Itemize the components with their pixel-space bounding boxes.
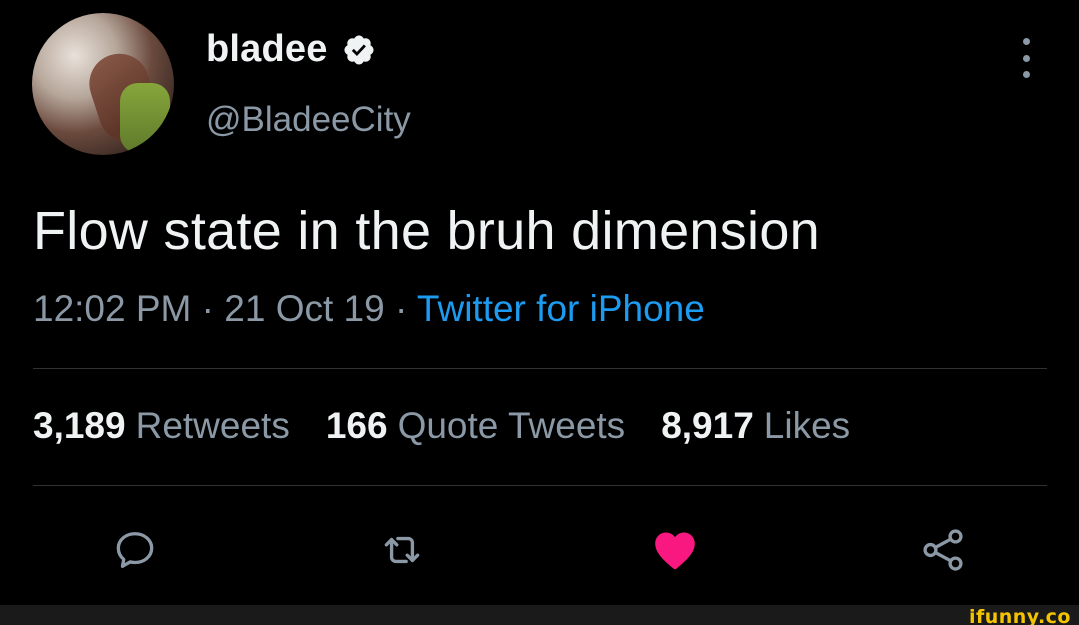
tweet-meta: 12:02 PM · 21 Oct 19 · Twitter for iPhon… (33, 288, 705, 330)
quotes-count: 166 (325, 405, 388, 446)
tweet-source[interactable]: Twitter for iPhone (417, 288, 705, 329)
tweet-stats: 3,189 Retweets 166 Quote Tweets 8,917 Likes (33, 405, 850, 447)
more-options-icon[interactable] (1018, 38, 1034, 78)
author-name-row: bladee (206, 28, 376, 71)
reply-button[interactable] (105, 520, 165, 580)
share-icon (923, 529, 963, 571)
retweets-label: Retweets (135, 405, 290, 446)
verified-badge-icon (344, 34, 374, 65)
dot (1022, 38, 1030, 45)
tweet-time[interactable]: 12:02 PM (33, 288, 191, 329)
share-button[interactable] (913, 520, 973, 580)
quotes-label: Quote Tweets (397, 405, 626, 446)
tweet-date[interactable]: 21 Oct 19 (224, 288, 384, 329)
retweet-button[interactable] (372, 520, 432, 580)
meta-separator: · (384, 288, 417, 329)
dot (1022, 54, 1030, 62)
dot (1022, 71, 1030, 78)
likes-label: Likes (763, 405, 851, 446)
tweet-actions (0, 520, 1079, 580)
likes-stat[interactable]: 8,917 Likes (661, 405, 850, 447)
divider (33, 368, 1047, 369)
retweets-stat[interactable]: 3,189 Retweets (33, 405, 290, 447)
heart-icon (655, 532, 695, 570)
tweet-text: Flow state in the bruh dimension (33, 201, 821, 261)
divider (33, 485, 1047, 486)
author-handle[interactable]: @BladeeCity (206, 100, 411, 140)
retweet-icon (384, 536, 420, 564)
retweets-count: 3,189 (33, 405, 126, 446)
watermark-text: ifunny.co (968, 606, 1071, 625)
likes-count: 8,917 (661, 405, 754, 446)
like-button[interactable] (645, 520, 705, 580)
avatar[interactable] (32, 13, 174, 155)
author-name[interactable]: bladee (206, 28, 328, 71)
avatar-vest-shape (120, 83, 170, 153)
reply-icon (116, 532, 154, 568)
quotes-stat[interactable]: 166 Quote Tweets (326, 405, 625, 447)
watermark-bar: ifunny.co (0, 605, 1079, 625)
meta-separator: · (191, 288, 225, 329)
